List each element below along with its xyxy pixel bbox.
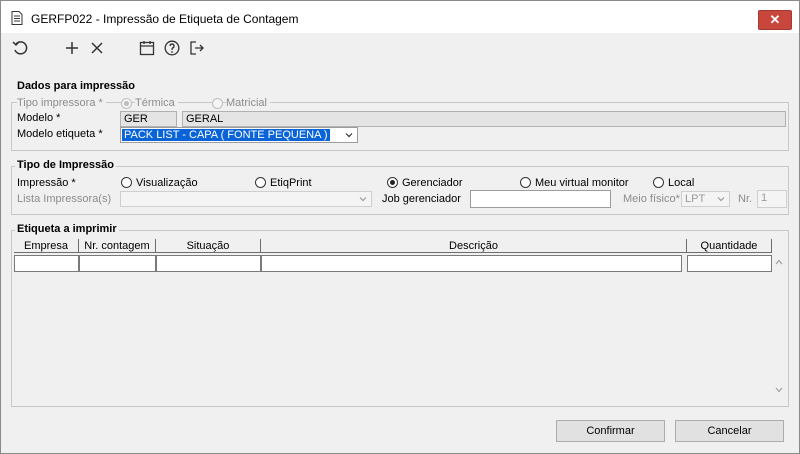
window: GERFP022 - Impressão de Etiqueta de Cont…	[0, 0, 800, 454]
modelo-etiqueta-select[interactable]: PACK LIST - CAPA ( FONTE PEQUENA )	[120, 127, 358, 143]
col-header-nr-contagem[interactable]: Nr. contagem	[79, 239, 156, 253]
exit-icon[interactable]	[188, 39, 206, 57]
gerenciador-radio[interactable]	[387, 177, 398, 188]
calendar-icon[interactable]	[138, 39, 156, 57]
cell-empresa[interactable]	[14, 255, 79, 272]
chevron-down-icon	[359, 197, 367, 202]
modelo-desc-field: GERAL	[182, 111, 786, 127]
window-title: GERFP022 - Impressão de Etiqueta de Cont…	[31, 12, 299, 26]
dados-section-title: Dados para impressão	[17, 80, 135, 92]
meu-virtual-monitor-radio[interactable]	[520, 177, 531, 188]
cell-situacao[interactable]	[156, 255, 261, 272]
meio-fisico-label: Meio físico*	[623, 193, 680, 205]
add-icon[interactable]	[63, 39, 81, 57]
meio-fisico-value: LPT	[685, 193, 706, 205]
col-header-situacao[interactable]: Situação	[156, 239, 261, 253]
modelo-code-field[interactable]: GER	[120, 111, 177, 127]
col-header-descricao[interactable]: Descrição	[261, 239, 687, 253]
etiqueta-title: Etiqueta a imprimir	[15, 223, 119, 235]
nr-input[interactable]: 1	[757, 190, 787, 208]
vertical-scrollbar[interactable]	[772, 254, 786, 400]
meu-virtual-monitor-label: Meu virtual monitor	[535, 177, 629, 189]
cell-descricao[interactable]	[261, 255, 682, 272]
delete-icon[interactable]	[88, 39, 106, 57]
impressao-label: Impressão *	[17, 177, 76, 189]
lista-impressoras-select[interactable]	[120, 191, 372, 207]
chevron-down-icon	[717, 197, 725, 202]
modelo-label: Modelo *	[17, 112, 61, 124]
cell-quantidade[interactable]	[687, 255, 772, 272]
document-icon	[11, 11, 23, 25]
col-header-empresa[interactable]: Empresa	[14, 239, 79, 253]
col-header-quantidade[interactable]: Quantidade	[687, 239, 772, 253]
visualizacao-label: Visualização	[136, 177, 198, 189]
matricial-radio[interactable]	[212, 98, 223, 109]
lista-impressoras-label: Lista Impressora(s)	[17, 193, 112, 205]
termica-radio[interactable]	[121, 98, 132, 109]
help-icon[interactable]	[163, 39, 181, 57]
modelo-etiqueta-label: Modelo etiqueta *	[17, 128, 103, 140]
cancelar-button[interactable]: Cancelar	[675, 420, 784, 442]
meio-fisico-select[interactable]: LPT	[681, 191, 730, 207]
local-label: Local	[668, 177, 695, 189]
nr-label: Nr.	[738, 193, 753, 205]
toolbar	[1, 34, 799, 64]
visualizacao-radio[interactable]	[121, 177, 132, 188]
termica-label: Térmica	[135, 97, 178, 109]
local-radio[interactable]	[653, 177, 664, 188]
close-button[interactable]: ✕	[758, 10, 792, 30]
modelo-etiqueta-value: PACK LIST - CAPA ( FONTE PEQUENA )	[122, 129, 330, 141]
cell-nr-contagem[interactable]	[79, 255, 156, 272]
etiqprint-label: EtiqPrint	[270, 177, 312, 189]
job-gerenciador-input[interactable]	[470, 190, 611, 208]
tipo-impressao-title: Tipo de Impressão	[15, 159, 116, 171]
scroll-down-icon[interactable]	[774, 386, 784, 394]
gerenciador-label: Gerenciador	[402, 177, 463, 189]
confirmar-button[interactable]: Confirmar	[556, 420, 665, 442]
chevron-down-icon	[345, 133, 353, 138]
tipo-impressora-label: Tipo impressora *	[17, 97, 106, 109]
matricial-label: Matricial	[226, 97, 270, 109]
refresh-icon[interactable]	[11, 39, 29, 57]
title-bar: GERFP022 - Impressão de Etiqueta de Cont…	[1, 1, 799, 33]
job-gerenciador-label: Job gerenciador	[382, 193, 461, 205]
scroll-up-icon[interactable]	[774, 258, 784, 266]
etiqprint-radio[interactable]	[255, 177, 266, 188]
